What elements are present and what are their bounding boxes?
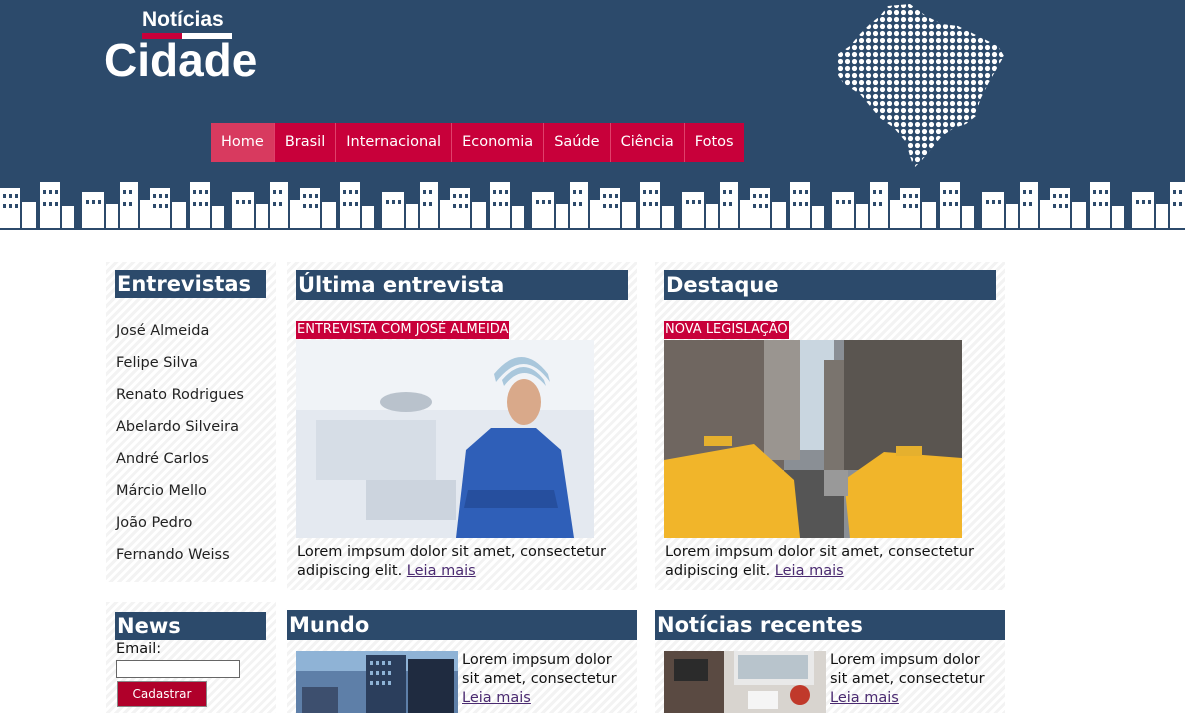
ultima-entrevista-heading: Última entrevista bbox=[296, 270, 628, 300]
ultima-entrevista-link[interactable]: Leia mais bbox=[407, 563, 476, 579]
recentes-link[interactable]: Leia mais bbox=[830, 690, 899, 706]
doctor-photo[interactable] bbox=[296, 340, 594, 538]
entrevistas-item[interactable]: José Almeida bbox=[116, 323, 209, 339]
taxi-street-photo[interactable] bbox=[664, 340, 962, 538]
ultima-entrevista-text: Lorem impsum dolor sit amet, consectetur… bbox=[297, 543, 627, 581]
ultima-entrevista-tag[interactable]: ENTREVISTA COM JOSÉ ALMEIDA bbox=[296, 321, 510, 339]
desk-items-photo[interactable] bbox=[664, 651, 826, 713]
skyline-decoration bbox=[0, 176, 1185, 230]
destaque-text: Lorem impsum dolor sit amet, consectetur… bbox=[665, 543, 995, 581]
entrevistas-item[interactable]: André Carlos bbox=[116, 451, 209, 467]
logo-top-text: Notícias bbox=[142, 8, 224, 31]
entrevistas-item[interactable]: Márcio Mello bbox=[116, 483, 207, 499]
destaque-heading: Destaque bbox=[664, 270, 996, 300]
recentes-text: Lorem impsum dolor sit amet, consectetur… bbox=[830, 651, 1000, 708]
entrevistas-item[interactable]: Felipe Silva bbox=[116, 355, 198, 371]
entrevistas-item[interactable]: Fernando Weiss bbox=[116, 547, 230, 563]
entrevistas-item[interactable]: João Pedro bbox=[116, 515, 192, 531]
nav-home[interactable]: Home bbox=[211, 123, 275, 162]
nav-saude[interactable]: Saúde bbox=[544, 123, 611, 162]
brazil-map-icon bbox=[836, 4, 1004, 168]
recentes-heading: Notícias recentes bbox=[655, 610, 1005, 640]
site-header: Notícias Cidade Home Brasil Internaciona… bbox=[0, 0, 1185, 230]
destaque-tag[interactable]: NOVA LEGISLAÇÃO bbox=[664, 321, 789, 339]
recentes-body: Lorem impsum dolor sit amet, consectetur bbox=[830, 652, 985, 687]
entrevistas-item[interactable]: Renato Rodrigues bbox=[116, 387, 244, 403]
main-nav: Home Brasil Internacional Economia Saúde… bbox=[211, 123, 744, 162]
entrevistas-item[interactable]: Abelardo Silveira bbox=[116, 419, 239, 435]
entrevistas-heading: Entrevistas bbox=[115, 270, 266, 298]
nav-internacional[interactable]: Internacional bbox=[336, 123, 453, 162]
nav-ciencia[interactable]: Ciência bbox=[611, 123, 685, 162]
logo-main-text[interactable]: Cidade bbox=[104, 34, 257, 86]
mundo-body: Lorem impsum dolor sit amet, consectetur bbox=[462, 652, 617, 687]
destaque-link[interactable]: Leia mais bbox=[775, 563, 844, 579]
mundo-text: Lorem impsum dolor sit amet, consectetur… bbox=[462, 651, 632, 708]
mundo-heading: Mundo bbox=[287, 610, 637, 640]
cadastrar-button[interactable]: Cadastrar bbox=[117, 681, 207, 707]
city-buildings-photo[interactable] bbox=[296, 651, 458, 713]
email-field[interactable] bbox=[116, 660, 240, 678]
mundo-link[interactable]: Leia mais bbox=[462, 690, 531, 706]
nav-economia[interactable]: Economia bbox=[452, 123, 545, 162]
email-label: Email: bbox=[116, 641, 162, 657]
nav-brasil[interactable]: Brasil bbox=[275, 123, 337, 162]
news-heading: News bbox=[115, 612, 266, 640]
nav-fotos[interactable]: Fotos bbox=[685, 123, 744, 162]
